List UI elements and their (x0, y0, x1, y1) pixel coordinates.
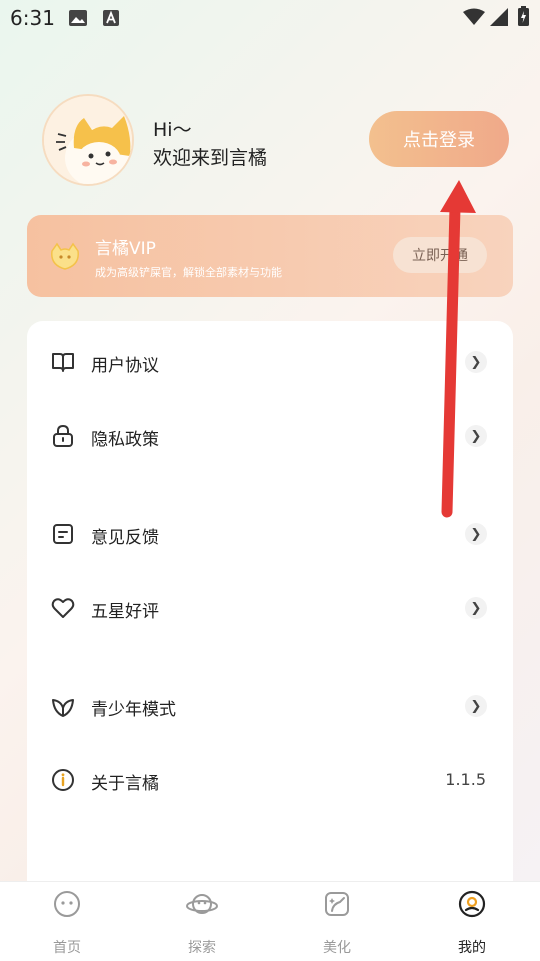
tab-beautify[interactable]: 美化 (287, 890, 387, 956)
chevron-right-icon: ❯ (465, 523, 487, 545)
menu-item-privacy-policy[interactable]: 隐私政策 ❯ (27, 411, 513, 461)
profile-icon (458, 890, 486, 918)
lock-icon (53, 424, 73, 447)
app-version: 1.1.5 (445, 770, 486, 789)
menu-item-label: 隐私政策 (91, 430, 159, 450)
menu-item-label: 意见反馈 (91, 528, 159, 548)
feedback-icon (53, 524, 73, 544)
vip-open-button[interactable]: 立即开通 (393, 237, 487, 273)
greeting-block: Hi～ 欢迎来到言橘 (153, 116, 267, 172)
heart-icon (51, 598, 75, 618)
signal-icon (490, 8, 508, 26)
chevron-right-icon: ❯ (465, 597, 487, 619)
bottom-tab-bar: 首页 探索 美化 我的 (0, 881, 540, 961)
profile-header: Hi～ 欢迎来到言橘 点击登录 (42, 94, 522, 186)
vip-title: 言橘VIP (95, 239, 156, 259)
tab-home[interactable]: 首页 (17, 890, 117, 956)
menu-item-label: 用户协议 (91, 356, 159, 376)
cat-avatar-icon (44, 96, 132, 184)
wifi-icon (463, 8, 485, 25)
vip-banner[interactable]: 言橘VIP 成为高级铲屎官，解锁全部素材与功能 立即开通 (27, 215, 513, 297)
menu-item-five-star-review[interactable]: 五星好评 ❯ (27, 583, 513, 633)
status-bar: 6:31 (0, 0, 540, 36)
image-notification-icon (69, 10, 87, 26)
font-notification-icon (103, 10, 119, 26)
chevron-right-icon: ❯ (465, 695, 487, 717)
tab-label: 首页 (53, 940, 81, 956)
tab-label: 我的 (458, 940, 486, 956)
leaf-icon (52, 699, 74, 717)
avatar[interactable] (42, 94, 134, 186)
book-icon (52, 353, 74, 372)
settings-menu-card: 用户协议 ❯ 隐私政策 ❯ 意见反馈 ❯ 五星好评 ❯ 青少年模式 ❯ 关于言橘… (27, 321, 513, 921)
menu-item-label: 关于言橘 (91, 774, 159, 794)
battery-charging-icon (518, 6, 529, 26)
chevron-right-icon: ❯ (465, 425, 487, 447)
tab-mine[interactable]: 我的 (422, 890, 522, 956)
tab-label: 探索 (188, 940, 216, 956)
status-time: 6:31 (10, 6, 55, 30)
tab-explore[interactable]: 探索 (152, 890, 252, 956)
planet-icon (186, 894, 218, 914)
welcome-text: 欢迎来到言橘 (153, 147, 268, 169)
menu-item-teen-mode[interactable]: 青少年模式 ❯ (27, 681, 513, 731)
menu-item-about[interactable]: 关于言橘 1.1.5 (27, 755, 513, 805)
sticker-icon (325, 892, 349, 916)
login-button[interactable]: 点击登录 (369, 111, 509, 167)
home-face-icon (54, 891, 80, 917)
vip-cat-icon (51, 242, 79, 270)
tab-label: 美化 (323, 940, 351, 956)
menu-item-label: 五星好评 (91, 602, 159, 622)
chevron-right-icon: ❯ (465, 351, 487, 373)
info-icon (52, 769, 74, 791)
menu-item-label: 青少年模式 (91, 700, 176, 720)
menu-item-feedback[interactable]: 意见反馈 ❯ (27, 509, 513, 559)
greeting-text: Hi～ (153, 119, 192, 141)
menu-item-user-agreement[interactable]: 用户协议 ❯ (27, 337, 513, 387)
vip-subtitle: 成为高级铲屎官，解锁全部素材与功能 (95, 266, 282, 279)
